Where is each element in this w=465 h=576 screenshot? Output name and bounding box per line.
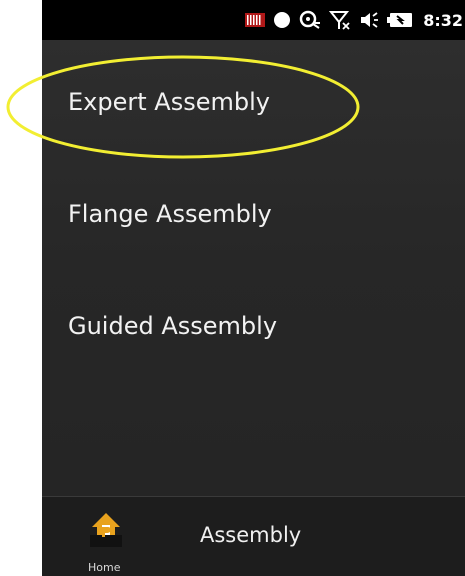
home-icon (90, 511, 122, 547)
home-button[interactable]: Home (86, 511, 140, 574)
battery-icon (387, 12, 413, 28)
menu-item-flange-assembly[interactable]: Flange Assembly (68, 200, 272, 228)
no-signal-icon (329, 10, 351, 30)
home-label: Home (88, 561, 121, 574)
circle-icon (273, 11, 291, 29)
device-screen: 8:32 Expert Assembly Flange Assembly Gui… (42, 0, 465, 576)
status-bar: 8:32 (42, 0, 465, 40)
speaker-icon (359, 11, 379, 29)
status-icons: 8:32 (245, 0, 465, 40)
menu-item-expert-assembly[interactable]: Expert Assembly (68, 88, 270, 116)
signal-bars-icon (245, 13, 266, 27)
clock-time: 8:32 (423, 10, 463, 30)
menu-item-guided-assembly[interactable]: Guided Assembly (68, 312, 277, 340)
page-title: Assembly (200, 523, 302, 547)
bottom-bar: Home Assembly (42, 496, 465, 576)
sync-icon (299, 10, 321, 30)
